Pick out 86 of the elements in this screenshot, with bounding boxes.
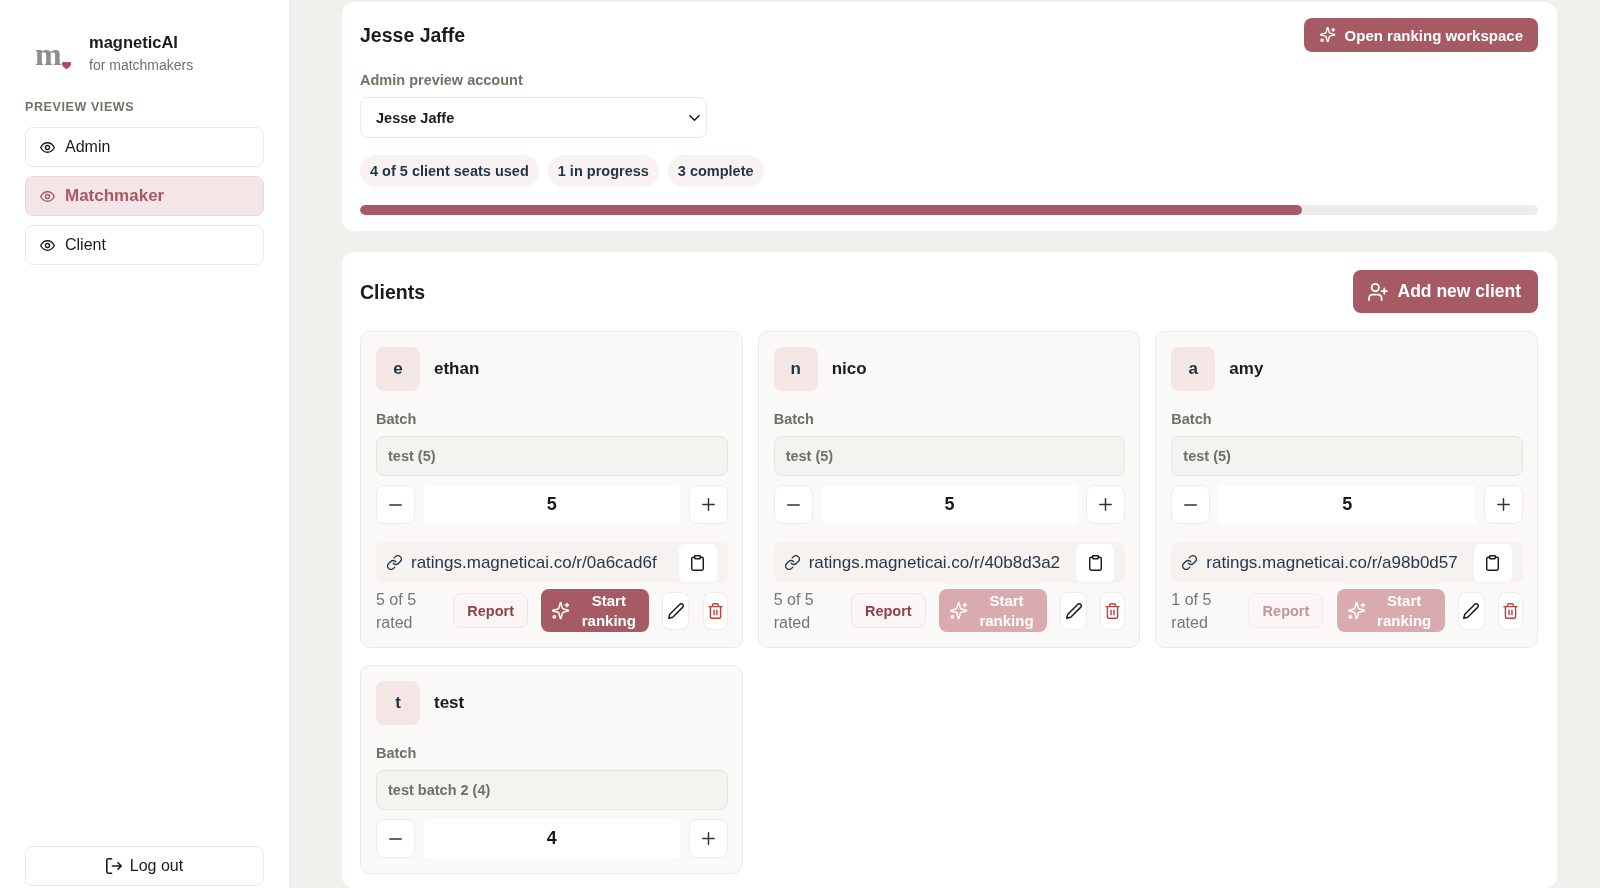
batch-field[interactable]: test (5) bbox=[773, 436, 1126, 476]
chevron-icon bbox=[689, 114, 700, 121]
count-field[interactable]: 5 bbox=[821, 485, 1078, 524]
edit-button[interactable] bbox=[1060, 591, 1088, 630]
sparkle-icon bbox=[949, 601, 968, 620]
copy-button[interactable] bbox=[1474, 543, 1512, 582]
field-label: Batch bbox=[376, 744, 418, 762]
edit-button[interactable] bbox=[1457, 591, 1485, 630]
eye-icon bbox=[40, 239, 55, 251]
nav-item[interactable]: Admin bbox=[25, 127, 264, 167]
plus-icon bbox=[701, 498, 715, 511]
batch-field[interactable]: test batch 2 (4) bbox=[376, 770, 728, 810]
client-name: ethan bbox=[434, 359, 480, 379]
logout-icon bbox=[105, 858, 122, 874]
copy-button[interactable] bbox=[1076, 543, 1115, 582]
sparkle-icon bbox=[1347, 601, 1366, 620]
delete-button[interactable] bbox=[1497, 591, 1523, 630]
open-workspace-button[interactable]: Open ranking workspace bbox=[1303, 18, 1538, 52]
minus-icon bbox=[1184, 503, 1198, 506]
clipboard-icon bbox=[1088, 554, 1102, 571]
section-title: Clients bbox=[360, 279, 425, 304]
share-link[interactable]: ratings.magneticai.co/r/a98b0d57 bbox=[1206, 552, 1465, 573]
trash-icon bbox=[707, 602, 723, 619]
brand-tagline: for matchmakers bbox=[89, 57, 194, 74]
rated-count: 1 of 5 rated bbox=[1171, 589, 1213, 633]
start-ranking-button[interactable]: Start ranking bbox=[541, 589, 650, 632]
field-label: Batch bbox=[376, 410, 418, 428]
clipboard-icon bbox=[1486, 554, 1500, 571]
plus-icon bbox=[701, 832, 715, 845]
batch-field[interactable]: test (5) bbox=[1171, 436, 1523, 476]
plus-icon bbox=[1099, 498, 1113, 511]
pencil-icon bbox=[1463, 602, 1480, 619]
copy-button[interactable] bbox=[678, 543, 717, 582]
account-select[interactable]: Jesse Jaffe bbox=[360, 97, 707, 138]
count-field[interactable]: 5 bbox=[1219, 485, 1475, 524]
field-label: Admin preview account bbox=[360, 71, 524, 89]
sparkle-icon bbox=[552, 601, 571, 620]
rated-count: 5 of 5 rated bbox=[376, 589, 418, 633]
pencil-icon bbox=[667, 602, 684, 619]
rated-count: 5 of 5 rated bbox=[773, 589, 815, 633]
section-heading: PREVIEW VIEWS bbox=[25, 99, 136, 115]
clipboard-icon bbox=[691, 554, 705, 571]
add-client-button[interactable]: Add new client bbox=[1352, 270, 1538, 313]
field-label: Batch bbox=[1171, 410, 1213, 428]
heart-icon bbox=[61, 61, 71, 70]
eye-icon bbox=[40, 141, 55, 153]
eye-icon bbox=[40, 190, 55, 202]
brand-name: magneticAI bbox=[89, 33, 179, 52]
minus-icon bbox=[389, 503, 402, 506]
logo-letter: m bbox=[35, 39, 62, 68]
delete-button[interactable] bbox=[702, 591, 728, 630]
batch-field[interactable]: test (5) bbox=[376, 436, 728, 476]
minus-icon bbox=[389, 837, 402, 840]
logout-button[interactable]: Log out bbox=[25, 846, 264, 886]
initial-avatar: a bbox=[1171, 347, 1216, 391]
client-name: test bbox=[434, 693, 465, 713]
report-button[interactable]: Report bbox=[850, 593, 926, 628]
minus-icon bbox=[786, 503, 800, 506]
stat-pill: 1 in progress bbox=[547, 155, 659, 187]
edit-button[interactable] bbox=[662, 591, 690, 630]
trash-icon bbox=[1502, 602, 1518, 619]
client-name: amy bbox=[1229, 359, 1264, 379]
share-link[interactable]: ratings.magneticai.co/r/0a6cad6f bbox=[411, 552, 670, 573]
link-icon bbox=[387, 555, 402, 570]
pencil-icon bbox=[1065, 602, 1082, 619]
stat-pill: 3 complete bbox=[667, 155, 764, 187]
nav-item[interactable]: Client bbox=[25, 225, 264, 265]
delete-button[interactable] bbox=[1100, 591, 1126, 630]
count-field[interactable]: 4 bbox=[424, 819, 680, 858]
report-button[interactable]: Report bbox=[453, 593, 529, 628]
field-label: Batch bbox=[773, 410, 815, 428]
account-name: Jesse Jaffe bbox=[360, 23, 466, 47]
initial-avatar: t bbox=[376, 681, 420, 725]
stat-pill: 4 of 5 client seats used bbox=[360, 155, 539, 187]
count-field[interactable]: 5 bbox=[424, 485, 680, 524]
trash-icon bbox=[1105, 602, 1121, 619]
share-link[interactable]: ratings.magneticai.co/r/40b8d3a2 bbox=[808, 552, 1068, 573]
initial-avatar: e bbox=[376, 347, 420, 391]
client-name: nico bbox=[831, 359, 867, 379]
initial-avatar: n bbox=[773, 347, 818, 391]
link-icon bbox=[784, 555, 800, 570]
nav-item[interactable]: Matchmaker bbox=[25, 176, 264, 216]
user-plus-icon bbox=[1367, 282, 1388, 301]
link-icon bbox=[1182, 555, 1198, 570]
plus-icon bbox=[1497, 498, 1510, 511]
sparkle-icon bbox=[1319, 27, 1336, 43]
